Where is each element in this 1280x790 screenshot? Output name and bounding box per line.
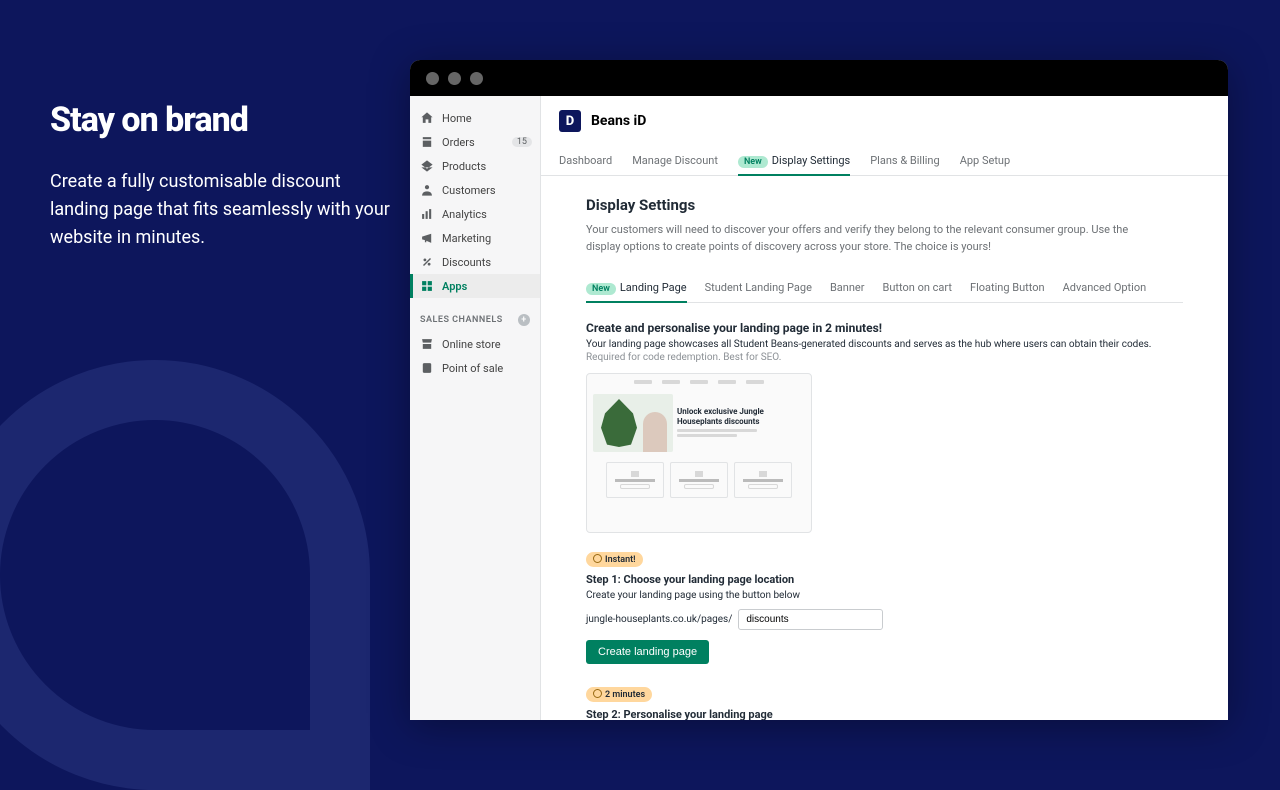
landing-line2: Required for code redemption. Best for S… xyxy=(586,352,1183,363)
subtab-banner[interactable]: Banner xyxy=(830,273,865,302)
landing-preview: Unlock exclusive Jungle Houseplants disc… xyxy=(586,373,812,533)
background-logo xyxy=(0,360,370,790)
tab-display-settings[interactable]: New Display Settings xyxy=(738,146,850,175)
tab-dashboard[interactable]: Dashboard xyxy=(559,146,612,175)
channel-label: Online store xyxy=(442,338,501,351)
sidebar-item-customers[interactable]: Customers xyxy=(410,178,540,202)
min-dot[interactable] xyxy=(448,72,461,85)
step1-desc: Create your landing page using the butto… xyxy=(586,590,1183,601)
url-prefix: jungle-houseplants.co.uk/pages/ xyxy=(586,614,732,625)
orders-icon xyxy=(420,135,434,149)
hero: Stay on brand Create a fully customisabl… xyxy=(50,100,390,252)
preview-headline: Unlock exclusive Jungle Houseplants disc… xyxy=(677,407,805,426)
new-pill: New xyxy=(586,283,616,295)
subtab-landing-page[interactable]: New Landing Page xyxy=(586,273,687,302)
sidebar: Home Orders 15 Products Customers Analyt… xyxy=(410,96,540,720)
subtab-student-landing[interactable]: Student Landing Page xyxy=(705,273,812,302)
apps-icon xyxy=(420,279,434,293)
discounts-icon xyxy=(420,255,434,269)
hero-title: Stay on brand xyxy=(50,100,390,140)
customers-icon xyxy=(420,183,434,197)
channel-online-store[interactable]: Online store xyxy=(410,332,540,356)
new-pill: New xyxy=(738,156,768,168)
main-panel: D Beans iD Dashboard Manage Discount New… xyxy=(540,96,1228,720)
display-subtabs: New Landing Page Student Landing Page Ban… xyxy=(586,273,1183,303)
max-dot[interactable] xyxy=(470,72,483,85)
channel-label: Point of sale xyxy=(442,362,503,375)
marketing-icon xyxy=(420,231,434,245)
sidebar-item-products[interactable]: Products xyxy=(410,154,540,178)
sidebar-item-analytics[interactable]: Analytics xyxy=(410,202,540,226)
pos-icon xyxy=(420,361,434,375)
step1-title: Step 1: Choose your landing page locatio… xyxy=(586,573,1183,586)
browser-window: Home Orders 15 Products Customers Analyt… xyxy=(410,60,1228,720)
sidebar-item-label: Analytics xyxy=(442,208,487,221)
sales-channels-label: SALES CHANNELS xyxy=(420,315,503,325)
sidebar-item-label: Products xyxy=(442,160,486,173)
tab-app-setup[interactable]: App Setup xyxy=(960,146,1010,175)
sidebar-item-label: Orders xyxy=(442,136,475,149)
sidebar-item-home[interactable]: Home xyxy=(410,106,540,130)
tab-plans-billing[interactable]: Plans & Billing xyxy=(870,146,939,175)
sidebar-item-label: Discounts xyxy=(442,256,491,269)
sidebar-item-label: Apps xyxy=(442,280,467,293)
landing-line1: Your landing page showcases all Student … xyxy=(586,339,1183,350)
app-logo: D xyxy=(559,110,581,132)
preview-card xyxy=(734,462,792,498)
page-desc: Your customers will need to discover you… xyxy=(586,222,1146,255)
orders-badge: 15 xyxy=(512,137,532,147)
store-icon xyxy=(420,337,434,351)
home-icon xyxy=(420,111,434,125)
tab-label: Display Settings xyxy=(772,154,850,167)
instant-chip: Instant! xyxy=(586,552,643,567)
tab-manage-discount[interactable]: Manage Discount xyxy=(632,146,718,175)
channel-pos[interactable]: Point of sale xyxy=(410,356,540,380)
products-icon xyxy=(420,159,434,173)
close-dot[interactable] xyxy=(426,72,439,85)
app-tabs: Dashboard Manage Discount New Display Set… xyxy=(541,146,1228,176)
url-slug-input[interactable] xyxy=(738,609,883,630)
sales-channels-header: SALES CHANNELS + xyxy=(410,298,540,332)
sidebar-item-marketing[interactable]: Marketing xyxy=(410,226,540,250)
preview-card xyxy=(670,462,728,498)
analytics-icon xyxy=(420,207,434,221)
landing-heading: Create and personalise your landing page… xyxy=(586,321,1183,335)
subtab-label: Landing Page xyxy=(620,281,687,294)
subtab-advanced[interactable]: Advanced Option xyxy=(1063,273,1147,302)
sidebar-item-discounts[interactable]: Discounts xyxy=(410,250,540,274)
subtab-floating-button[interactable]: Floating Button xyxy=(970,273,1045,302)
sidebar-item-label: Home xyxy=(442,112,472,125)
preview-card xyxy=(606,462,664,498)
sidebar-item-apps[interactable]: Apps xyxy=(410,274,540,298)
create-landing-button[interactable]: Create landing page xyxy=(586,640,709,664)
preview-image xyxy=(593,394,673,452)
duration-chip: 2 minutes xyxy=(586,687,652,702)
sidebar-item-orders[interactable]: Orders 15 xyxy=(410,130,540,154)
subtab-button-cart[interactable]: Button on cart xyxy=(882,273,952,302)
sidebar-item-label: Customers xyxy=(442,184,496,197)
hero-body: Create a fully customisable discount lan… xyxy=(50,168,390,252)
app-name: Beans iD xyxy=(591,113,646,129)
sidebar-item-label: Marketing xyxy=(442,232,491,245)
step2-title: Step 2: Personalise your landing page xyxy=(586,708,1183,720)
add-channel-icon[interactable]: + xyxy=(518,314,530,326)
page-title: Display Settings xyxy=(586,196,1183,214)
window-titlebar xyxy=(410,60,1228,96)
